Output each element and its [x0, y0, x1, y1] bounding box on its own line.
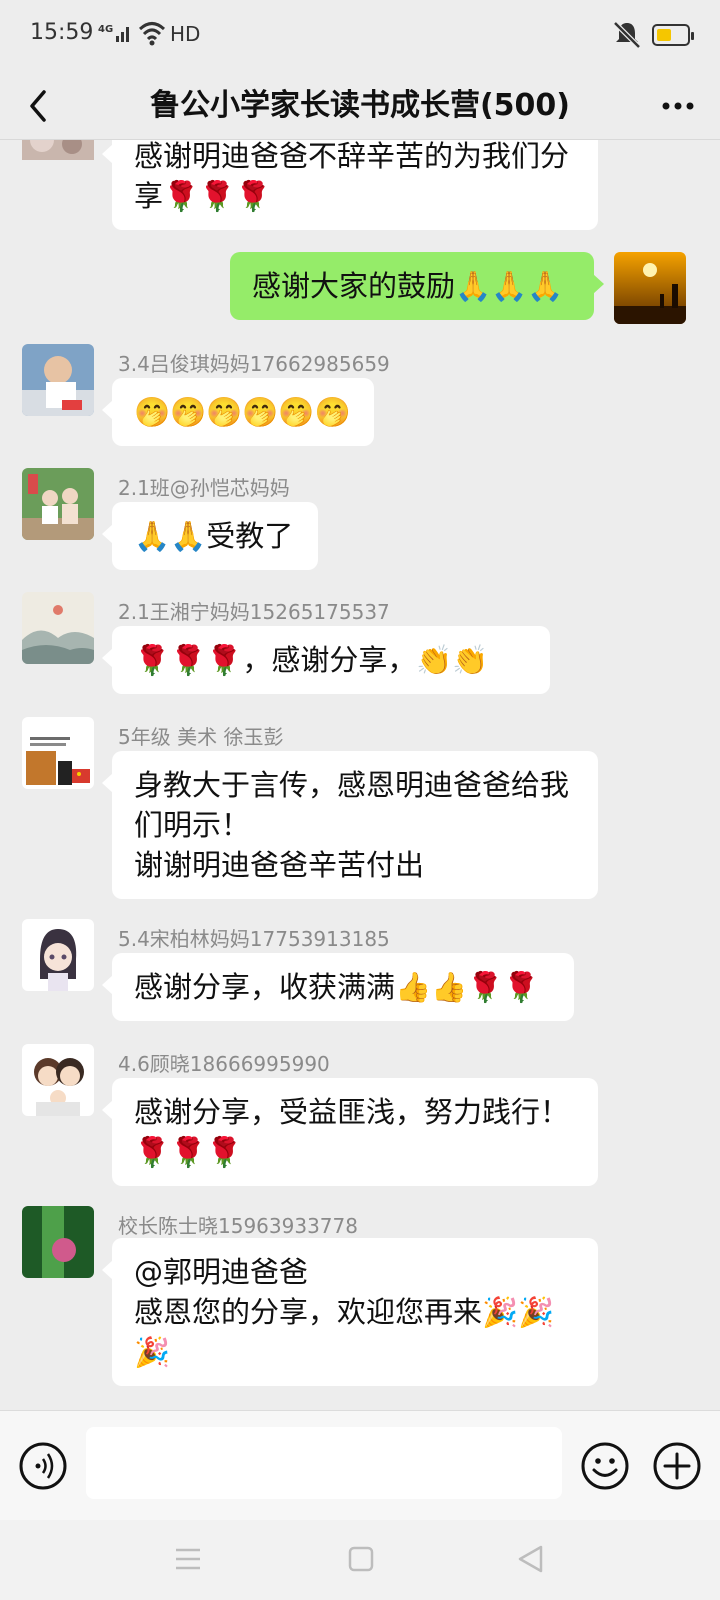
cellular-signal-icon: 4G — [98, 22, 132, 48]
emoji-button[interactable] — [580, 1441, 630, 1491]
sender-name: 4.6顾晓18666995990 — [118, 1052, 330, 1076]
more-options-button[interactable] — [654, 82, 702, 130]
avatar[interactable] — [22, 919, 94, 991]
avatar[interactable] — [22, 140, 94, 192]
system-home-button[interactable] — [348, 1546, 374, 1576]
voice-icon — [19, 1442, 67, 1490]
avatar[interactable] — [22, 468, 94, 540]
avatar[interactable] — [614, 252, 686, 324]
more-actions-button[interactable] — [652, 1441, 702, 1491]
system-menu-button[interactable] — [174, 1546, 202, 1576]
mute-icon — [612, 20, 642, 52]
back-triangle-icon — [518, 1545, 543, 1573]
chat-title: 鲁公小学家长读书成长营(500) — [149, 88, 571, 123]
message-bubble[interactable]: 感谢分享，收获满满👍👍🌹🌹 — [102, 953, 574, 1021]
back-button[interactable] — [18, 82, 66, 130]
message-input[interactable] — [86, 1427, 562, 1499]
more-dots-icon — [662, 102, 694, 110]
message-bubble[interactable]: 身教大于言传，感恩明迪爸爸给我 们明示！ 谢谢明迪爸爸辛苦付出 — [102, 751, 598, 899]
message-bubble[interactable]: 感谢大家的鼓励🙏🙏🙏 — [230, 252, 604, 320]
avatar[interactable] — [22, 592, 94, 664]
voice-input-button[interactable] — [18, 1441, 68, 1491]
chat-header: 鲁公小学家长读书成长营(500) — [0, 72, 720, 140]
hd-label: HD — [170, 22, 201, 46]
sender-name: 2.1王湘宁妈妈15265175537 — [118, 600, 390, 624]
status-bar: 15:59 4G HD — [0, 0, 720, 72]
avatar[interactable] — [22, 1044, 94, 1116]
sender-name: 3.4吕俊琪妈妈17662985659 — [118, 352, 390, 376]
message-bubble[interactable]: 🤭🤭🤭🤭🤭🤭 — [102, 378, 374, 446]
system-navigation-bar — [0, 1520, 720, 1600]
sender-name: 5年级 美术 徐玉彭 — [118, 725, 284, 749]
plus-icon — [653, 1442, 701, 1490]
avatar[interactable] — [22, 1206, 94, 1278]
sender-name: 5.4宋柏林妈妈17753913185 — [118, 927, 390, 951]
avatar[interactable] — [22, 717, 94, 789]
message-list[interactable]: 感谢明迪爸爸不辞辛苦的为我们分 享🌹🌹🌹 感谢大家的鼓励🙏🙏🙏 3.4吕俊琪妈妈… — [0, 140, 720, 1410]
input-bar — [0, 1410, 720, 1520]
home-square-icon — [348, 1546, 374, 1572]
message-bubble[interactable]: 🌹🌹🌹，感谢分享，👏👏 — [102, 626, 550, 694]
message-bubble[interactable]: 🙏🙏受教了 — [102, 502, 318, 570]
wifi-icon — [138, 20, 166, 50]
system-back-button[interactable] — [516, 1544, 544, 1578]
chevron-left-icon — [30, 90, 46, 122]
sender-name: 校长陈士晓15963933778 — [118, 1214, 358, 1238]
message-bubble[interactable]: 感谢明迪爸爸不辞辛苦的为我们分 享🌹🌹🌹 — [102, 140, 598, 230]
message-bubble[interactable]: 感谢分享，受益匪浅，努力践行！ 🌹🌹🌹 — [102, 1078, 598, 1186]
smiley-icon — [581, 1442, 629, 1490]
sender-name: 2.1班@孙恺芯妈妈 — [118, 476, 290, 500]
message-bubble[interactable]: @郭明迪爸爸 感恩您的分享，欢迎您再来🎉🎉 🎉 — [102, 1238, 598, 1386]
battery-icon — [652, 24, 694, 46]
status-time: 15:59 — [30, 20, 94, 45]
svg-text:4G: 4G — [98, 24, 113, 35]
menu-icon — [176, 1548, 200, 1570]
avatar[interactable] — [22, 344, 94, 416]
